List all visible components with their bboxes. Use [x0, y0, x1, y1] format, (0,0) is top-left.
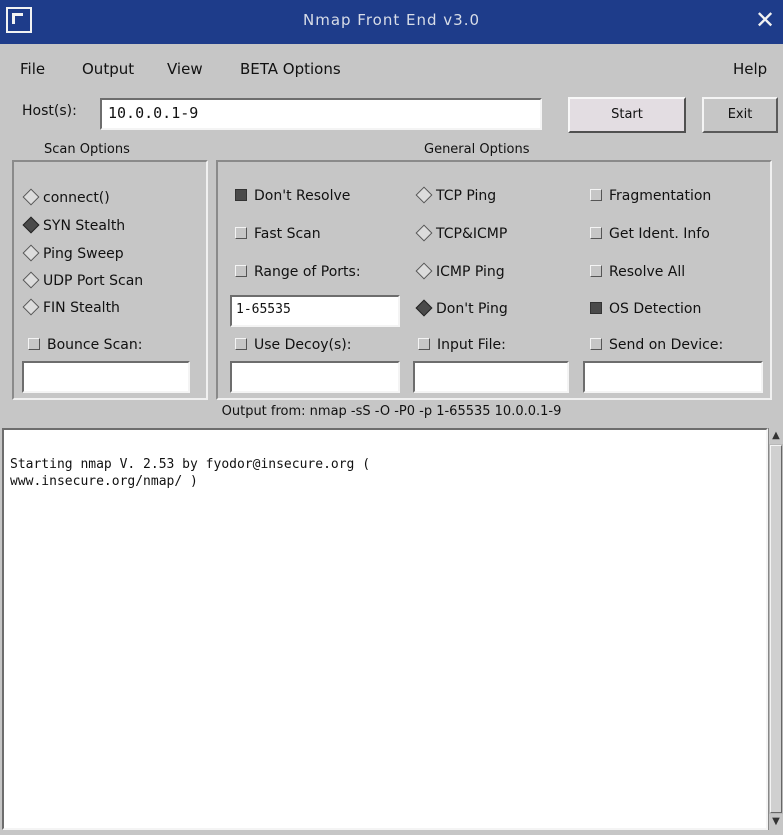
exit-button[interactable]: Exit	[702, 97, 778, 133]
radio-selected-icon	[415, 299, 433, 317]
radio-connect[interactable]: connect()	[22, 188, 110, 206]
command-status-line: Output from: nmap -sS -O -P0 -p 1-65535 …	[221, 404, 562, 419]
radio-tcp-ping[interactable]: TCP Ping	[415, 186, 497, 204]
get-ident-label: Get Ident. Info	[609, 226, 710, 242]
close-icon[interactable]: ✕	[753, 5, 777, 35]
checkbox-icon	[590, 265, 602, 277]
checkbox-checked-icon	[590, 302, 602, 314]
checkbox-os-detection[interactable]: OS Detection	[590, 301, 701, 317]
radio-icon	[415, 262, 433, 280]
checkbox-icon	[590, 227, 602, 239]
radio-syn-label: SYN Stealth	[43, 218, 126, 234]
input-file-field[interactable]	[413, 361, 569, 393]
checkbox-icon	[590, 189, 602, 201]
range-of-ports-field[interactable]: 1-65535	[230, 295, 400, 327]
scroll-thumb[interactable]	[770, 445, 782, 813]
range-of-ports-label: Range of Ports:	[254, 264, 361, 280]
radio-icon	[415, 224, 433, 242]
checkbox-resolve-all[interactable]: Resolve All	[590, 264, 685, 280]
nmap-window: Nmap Front End v3.0 ✕ File Output View B…	[0, 0, 783, 835]
radio-icon	[22, 244, 40, 262]
radio-udp-label: UDP Port Scan	[43, 273, 144, 289]
checkbox-icon	[235, 227, 247, 239]
os-detection-label: OS Detection	[609, 301, 702, 317]
window-title: Nmap Front End v3.0	[302, 11, 481, 29]
checkbox-get-ident-info[interactable]: Get Ident. Info	[590, 226, 710, 242]
checkbox-fast-scan[interactable]: Fast Scan	[235, 226, 321, 242]
radio-connect-label: connect()	[43, 190, 110, 206]
radio-fin-stealth[interactable]: FIN Stealth	[22, 298, 120, 316]
bounce-scan-label: Bounce Scan:	[47, 337, 143, 353]
checkbox-icon	[235, 338, 247, 350]
fast-scan-label: Fast Scan	[254, 226, 321, 242]
menu-beta-options[interactable]: BETA Options	[240, 60, 341, 78]
radio-icon	[22, 271, 40, 289]
hosts-input[interactable]: 10.0.0.1-9	[100, 98, 542, 130]
checkbox-use-decoys[interactable]: Use Decoy(s):	[235, 337, 351, 353]
checkbox-icon	[235, 265, 247, 277]
menu-help[interactable]: Help	[733, 60, 767, 78]
decoys-field[interactable]	[230, 361, 400, 393]
dont-resolve-label: Don't Resolve	[254, 188, 351, 204]
checkbox-icon	[28, 338, 40, 350]
menu-file[interactable]: File	[20, 60, 45, 78]
checkbox-fragmentation[interactable]: Fragmentation	[590, 188, 711, 204]
radio-fin-label: FIN Stealth	[43, 300, 120, 316]
use-decoys-label: Use Decoy(s):	[254, 337, 352, 353]
menu-bar: File Output View BETA Options Help	[0, 44, 783, 88]
resolve-all-label: Resolve All	[609, 264, 686, 280]
tcp-icmp-label: TCP&ICMP	[436, 226, 508, 242]
radio-ping-sweep[interactable]: Ping Sweep	[22, 244, 124, 262]
dont-ping-label: Don't Ping	[436, 301, 508, 317]
bounce-scan-field[interactable]	[22, 361, 190, 393]
checkbox-dont-resolve[interactable]: Don't Resolve	[235, 188, 350, 204]
scroll-down-icon[interactable]: ▼	[769, 814, 783, 830]
checkbox-range-of-ports[interactable]: Range of Ports:	[235, 264, 361, 280]
input-file-label: Input File:	[437, 337, 506, 353]
hosts-label: Host(s):	[22, 103, 77, 119]
send-on-device-label: Send on Device:	[609, 337, 724, 353]
radio-icon	[22, 298, 40, 316]
radio-ping-sweep-label: Ping Sweep	[43, 246, 124, 262]
radio-icmp-ping[interactable]: ICMP Ping	[415, 262, 505, 280]
checkbox-icon	[418, 338, 430, 350]
menu-output[interactable]: Output	[82, 60, 134, 78]
radio-dont-ping[interactable]: Don't Ping	[415, 299, 508, 317]
scan-options-title: Scan Options	[40, 142, 134, 157]
device-field[interactable]	[583, 361, 763, 393]
output-scrollbar[interactable]: ▲ ▼	[768, 428, 783, 830]
checkbox-checked-icon	[235, 189, 247, 201]
menu-view[interactable]: View	[167, 60, 203, 78]
checkbox-bounce-scan[interactable]: Bounce Scan:	[28, 337, 142, 353]
radio-syn-stealth[interactable]: SYN Stealth	[22, 216, 126, 234]
general-options-title: General Options	[420, 142, 534, 157]
radio-tcp-icmp[interactable]: TCP&ICMP	[415, 224, 508, 242]
scroll-up-icon[interactable]: ▲	[769, 428, 783, 444]
start-button[interactable]: Start	[568, 97, 686, 133]
icmp-ping-label: ICMP Ping	[436, 264, 505, 280]
checkbox-send-on-device[interactable]: Send on Device:	[590, 337, 723, 353]
radio-udp-port-scan[interactable]: UDP Port Scan	[22, 271, 144, 289]
radio-icon	[22, 188, 40, 206]
radio-icon	[415, 186, 433, 204]
output-console[interactable]: Starting nmap V. 2.53 by fyodor@insecure…	[2, 428, 768, 830]
checkbox-icon	[590, 338, 602, 350]
title-bar[interactable]: Nmap Front End v3.0 ✕	[0, 0, 783, 44]
radio-selected-icon	[22, 216, 40, 234]
tcp-ping-label: TCP Ping	[436, 188, 497, 204]
checkbox-input-file[interactable]: Input File:	[418, 337, 506, 353]
fragmentation-label: Fragmentation	[609, 188, 712, 204]
